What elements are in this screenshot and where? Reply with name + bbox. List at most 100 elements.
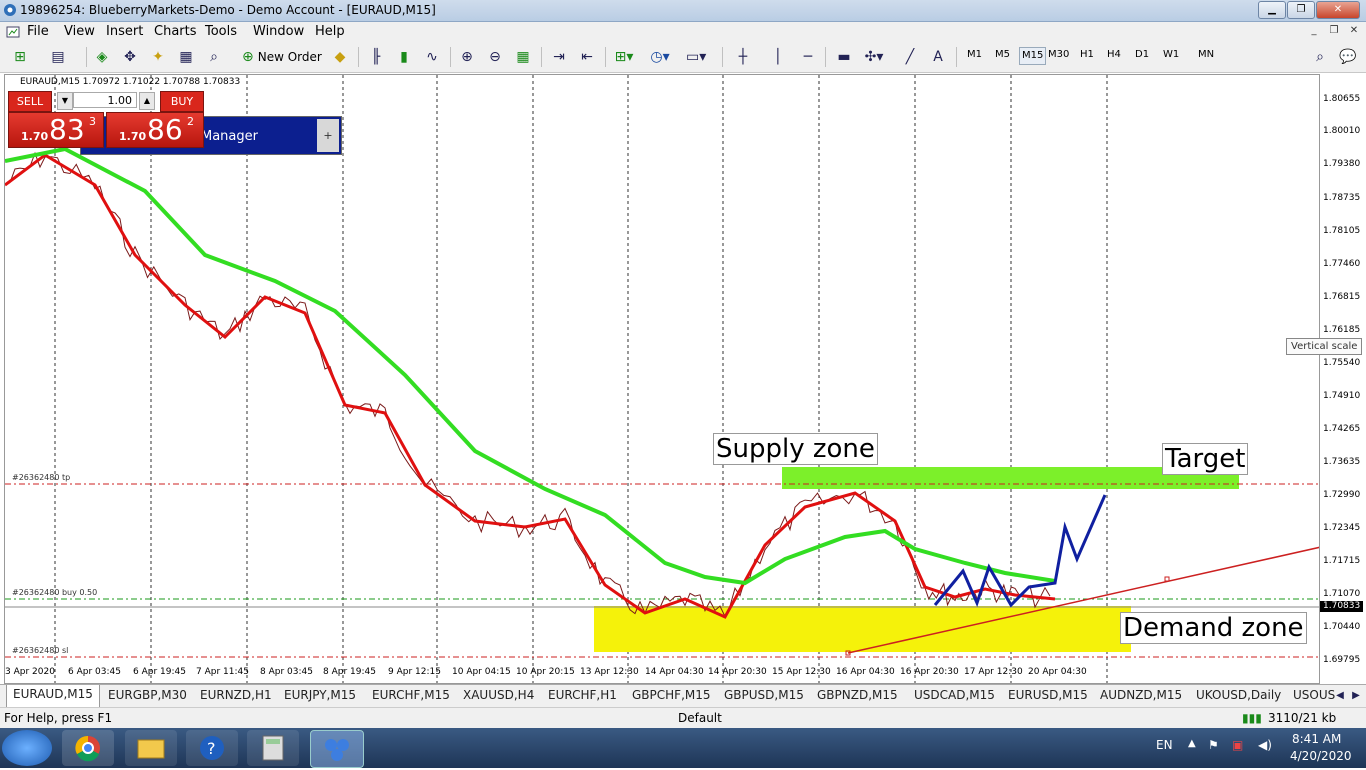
time-label: 10 Apr 20:15 bbox=[516, 667, 575, 677]
close-button[interactable]: ✕ bbox=[1316, 1, 1360, 19]
market-watch-icon[interactable]: ◈ bbox=[92, 48, 112, 66]
lot-decrease-button[interactable]: ▼ bbox=[57, 92, 73, 110]
connection-icon: ▮▮▮ bbox=[1242, 711, 1262, 725]
menu-file[interactable]: File bbox=[27, 24, 49, 39]
sell-price-quote[interactable]: 1.70 83 3 bbox=[8, 112, 104, 148]
tab-eurnzd-h1[interactable]: EURNZD,H1 bbox=[200, 688, 272, 702]
buy-button[interactable]: BUY bbox=[160, 91, 204, 112]
trade-manager-expand-button[interactable]: + bbox=[317, 119, 339, 152]
tab-eurgbp-m30[interactable]: EURGBP,M30 bbox=[108, 688, 187, 702]
tab-eurchf-h1[interactable]: EURCHF,H1 bbox=[548, 688, 617, 702]
clock-time[interactable]: 8:41 AM bbox=[1292, 732, 1341, 746]
demand-zone-label[interactable]: Demand zone bbox=[1120, 612, 1307, 644]
language-indicator[interactable]: EN bbox=[1156, 738, 1173, 752]
supply-zone-label[interactable]: Supply zone bbox=[713, 433, 878, 465]
menu-help[interactable]: Help bbox=[315, 24, 345, 39]
zoom-out-icon[interactable]: ⊖ bbox=[485, 48, 505, 66]
tf-h1[interactable]: H1 bbox=[1080, 49, 1094, 60]
tray-arrow-icon[interactable]: ▲ bbox=[1188, 738, 1196, 749]
tf-w1[interactable]: W1 bbox=[1163, 49, 1179, 60]
menu-insert[interactable]: Insert bbox=[106, 24, 143, 39]
templates-icon[interactable]: ▭▾ bbox=[686, 48, 706, 66]
trendline-icon[interactable]: ╱ bbox=[900, 48, 920, 66]
terminal-icon[interactable]: ▦ bbox=[176, 48, 196, 66]
minimize-button[interactable]: ▁ bbox=[1258, 1, 1286, 19]
explorer-taskbar-icon[interactable] bbox=[125, 730, 177, 766]
sell-button[interactable]: SELL bbox=[8, 91, 52, 112]
tab-eurjpy-m15[interactable]: EURJPY,M15 bbox=[284, 688, 356, 702]
vertical-line-icon[interactable]: │ bbox=[768, 48, 788, 66]
mdi-restore-button[interactable]: ❐ bbox=[1326, 24, 1342, 38]
tf-m15[interactable]: M15 bbox=[1019, 47, 1047, 65]
tab-eurusd-m15[interactable]: EURUSD,M15 bbox=[1008, 688, 1088, 702]
profiles-icon[interactable]: ▤ bbox=[48, 48, 68, 66]
tf-m1[interactable]: M1 bbox=[967, 49, 982, 60]
indicators-icon[interactable]: ⊞▾ bbox=[614, 48, 634, 66]
tab-gbpnzd-m15[interactable]: GBPNZD,M15 bbox=[817, 688, 898, 702]
tf-h4[interactable]: H4 bbox=[1107, 49, 1121, 60]
price-scale[interactable]: 1.80655 1.80010 1.79380 1.78735 1.78105 … bbox=[1320, 74, 1366, 684]
rectangle-icon[interactable]: ▬ bbox=[834, 48, 854, 66]
tab-eurchf-m15[interactable]: EURCHF,M15 bbox=[372, 688, 450, 702]
target-label[interactable]: Target bbox=[1162, 443, 1249, 475]
line-chart-icon[interactable]: ∿ bbox=[422, 48, 442, 66]
tf-d1[interactable]: D1 bbox=[1135, 49, 1149, 60]
tab-gbpchf-m15[interactable]: GBPCHF,M15 bbox=[632, 688, 711, 702]
clock-date[interactable]: 4/20/2020 bbox=[1290, 749, 1352, 763]
network-icon[interactable]: ▣ bbox=[1232, 738, 1243, 752]
flag-icon[interactable]: ⚑ bbox=[1208, 738, 1219, 752]
tab-ukousd-daily[interactable]: UKOUSD,Daily bbox=[1196, 688, 1281, 702]
projection-path bbox=[933, 494, 1107, 608]
tab-audnzd-m15[interactable]: AUDNZD,M15 bbox=[1100, 688, 1182, 702]
volume-icon[interactable]: ◀) bbox=[1258, 738, 1272, 752]
metatrader-taskbar-icon[interactable] bbox=[310, 730, 364, 768]
tf-mn[interactable]: MN bbox=[1198, 49, 1214, 60]
data-window-icon[interactable]: ✦ bbox=[148, 48, 168, 66]
restore-button[interactable]: ❐ bbox=[1287, 1, 1315, 19]
candlestick-icon[interactable]: ▮ bbox=[394, 48, 414, 66]
menu-tools[interactable]: Tools bbox=[205, 24, 237, 39]
start-button[interactable] bbox=[2, 730, 52, 766]
menu-view[interactable]: View bbox=[64, 24, 95, 39]
chart-canvas[interactable] bbox=[5, 75, 1320, 684]
strategy-tester-icon[interactable]: ⌕ bbox=[204, 48, 224, 66]
periods-icon[interactable]: ◷▾ bbox=[650, 48, 670, 66]
text-icon[interactable]: A bbox=[928, 48, 948, 66]
price-chart[interactable]: EURAUD,M15 1.70972 1.71022 1.70788 1.708… bbox=[4, 74, 1320, 684]
chrome-taskbar-icon[interactable] bbox=[62, 730, 114, 766]
shapes-icon[interactable]: ✣▾ bbox=[864, 48, 884, 66]
tab-gbpusd-m15[interactable]: GBPUSD,M15 bbox=[724, 688, 804, 702]
lot-size-input[interactable]: 1.00 bbox=[73, 92, 137, 108]
autotrading-icon[interactable]: ◆ bbox=[330, 48, 350, 66]
help-taskbar-icon[interactable]: ? bbox=[186, 730, 238, 766]
chat-icon[interactable]: 💬 bbox=[1338, 48, 1358, 66]
tab-euraud-m15[interactable]: EURAUD,M15 bbox=[6, 685, 100, 708]
trendline-handle[interactable] bbox=[1164, 576, 1170, 582]
tile-windows-icon[interactable]: ▦ bbox=[513, 48, 533, 66]
menu-charts[interactable]: Charts bbox=[154, 24, 197, 39]
lot-increase-button[interactable]: ▲ bbox=[139, 92, 155, 110]
autoscroll-icon[interactable]: ⇤ bbox=[577, 48, 597, 66]
buy-price-quote[interactable]: 1.70 86 2 bbox=[106, 112, 204, 148]
tab-usous[interactable]: USOUS bbox=[1293, 688, 1335, 702]
crosshair-icon[interactable]: ┼ bbox=[733, 48, 753, 66]
menu-window[interactable]: Window bbox=[253, 24, 304, 39]
calculator-taskbar-icon[interactable] bbox=[247, 730, 299, 766]
horizontal-line-icon[interactable]: ─ bbox=[798, 48, 818, 66]
zoom-in-icon[interactable]: ⊕ bbox=[457, 48, 477, 66]
chart-shift-icon[interactable]: ⇥ bbox=[549, 48, 569, 66]
tf-m30[interactable]: M30 bbox=[1048, 49, 1069, 60]
tf-m5[interactable]: M5 bbox=[995, 49, 1010, 60]
tab-xauusd-h4[interactable]: XAUUSD,H4 bbox=[463, 688, 534, 702]
mdi-close-button[interactable]: ✕ bbox=[1346, 24, 1362, 38]
new-chart-icon[interactable]: ⊞ bbox=[10, 48, 30, 66]
mdi-minimize-button[interactable]: _ bbox=[1306, 24, 1322, 38]
price-label: 1.73635 bbox=[1323, 457, 1361, 467]
tab-usdcad-m15[interactable]: USDCAD,M15 bbox=[914, 688, 995, 702]
search-icon[interactable]: ⌕ bbox=[1310, 48, 1330, 66]
new-order-button[interactable]: ⊕ New Order bbox=[242, 47, 322, 67]
bar-chart-icon[interactable]: ╟ bbox=[366, 48, 386, 66]
navigator-icon[interactable]: ✥ bbox=[120, 48, 140, 66]
time-label: 13 Apr 12:30 bbox=[580, 667, 639, 677]
tab-scroll-right-icon[interactable]: ▶ bbox=[1346, 687, 1366, 705]
